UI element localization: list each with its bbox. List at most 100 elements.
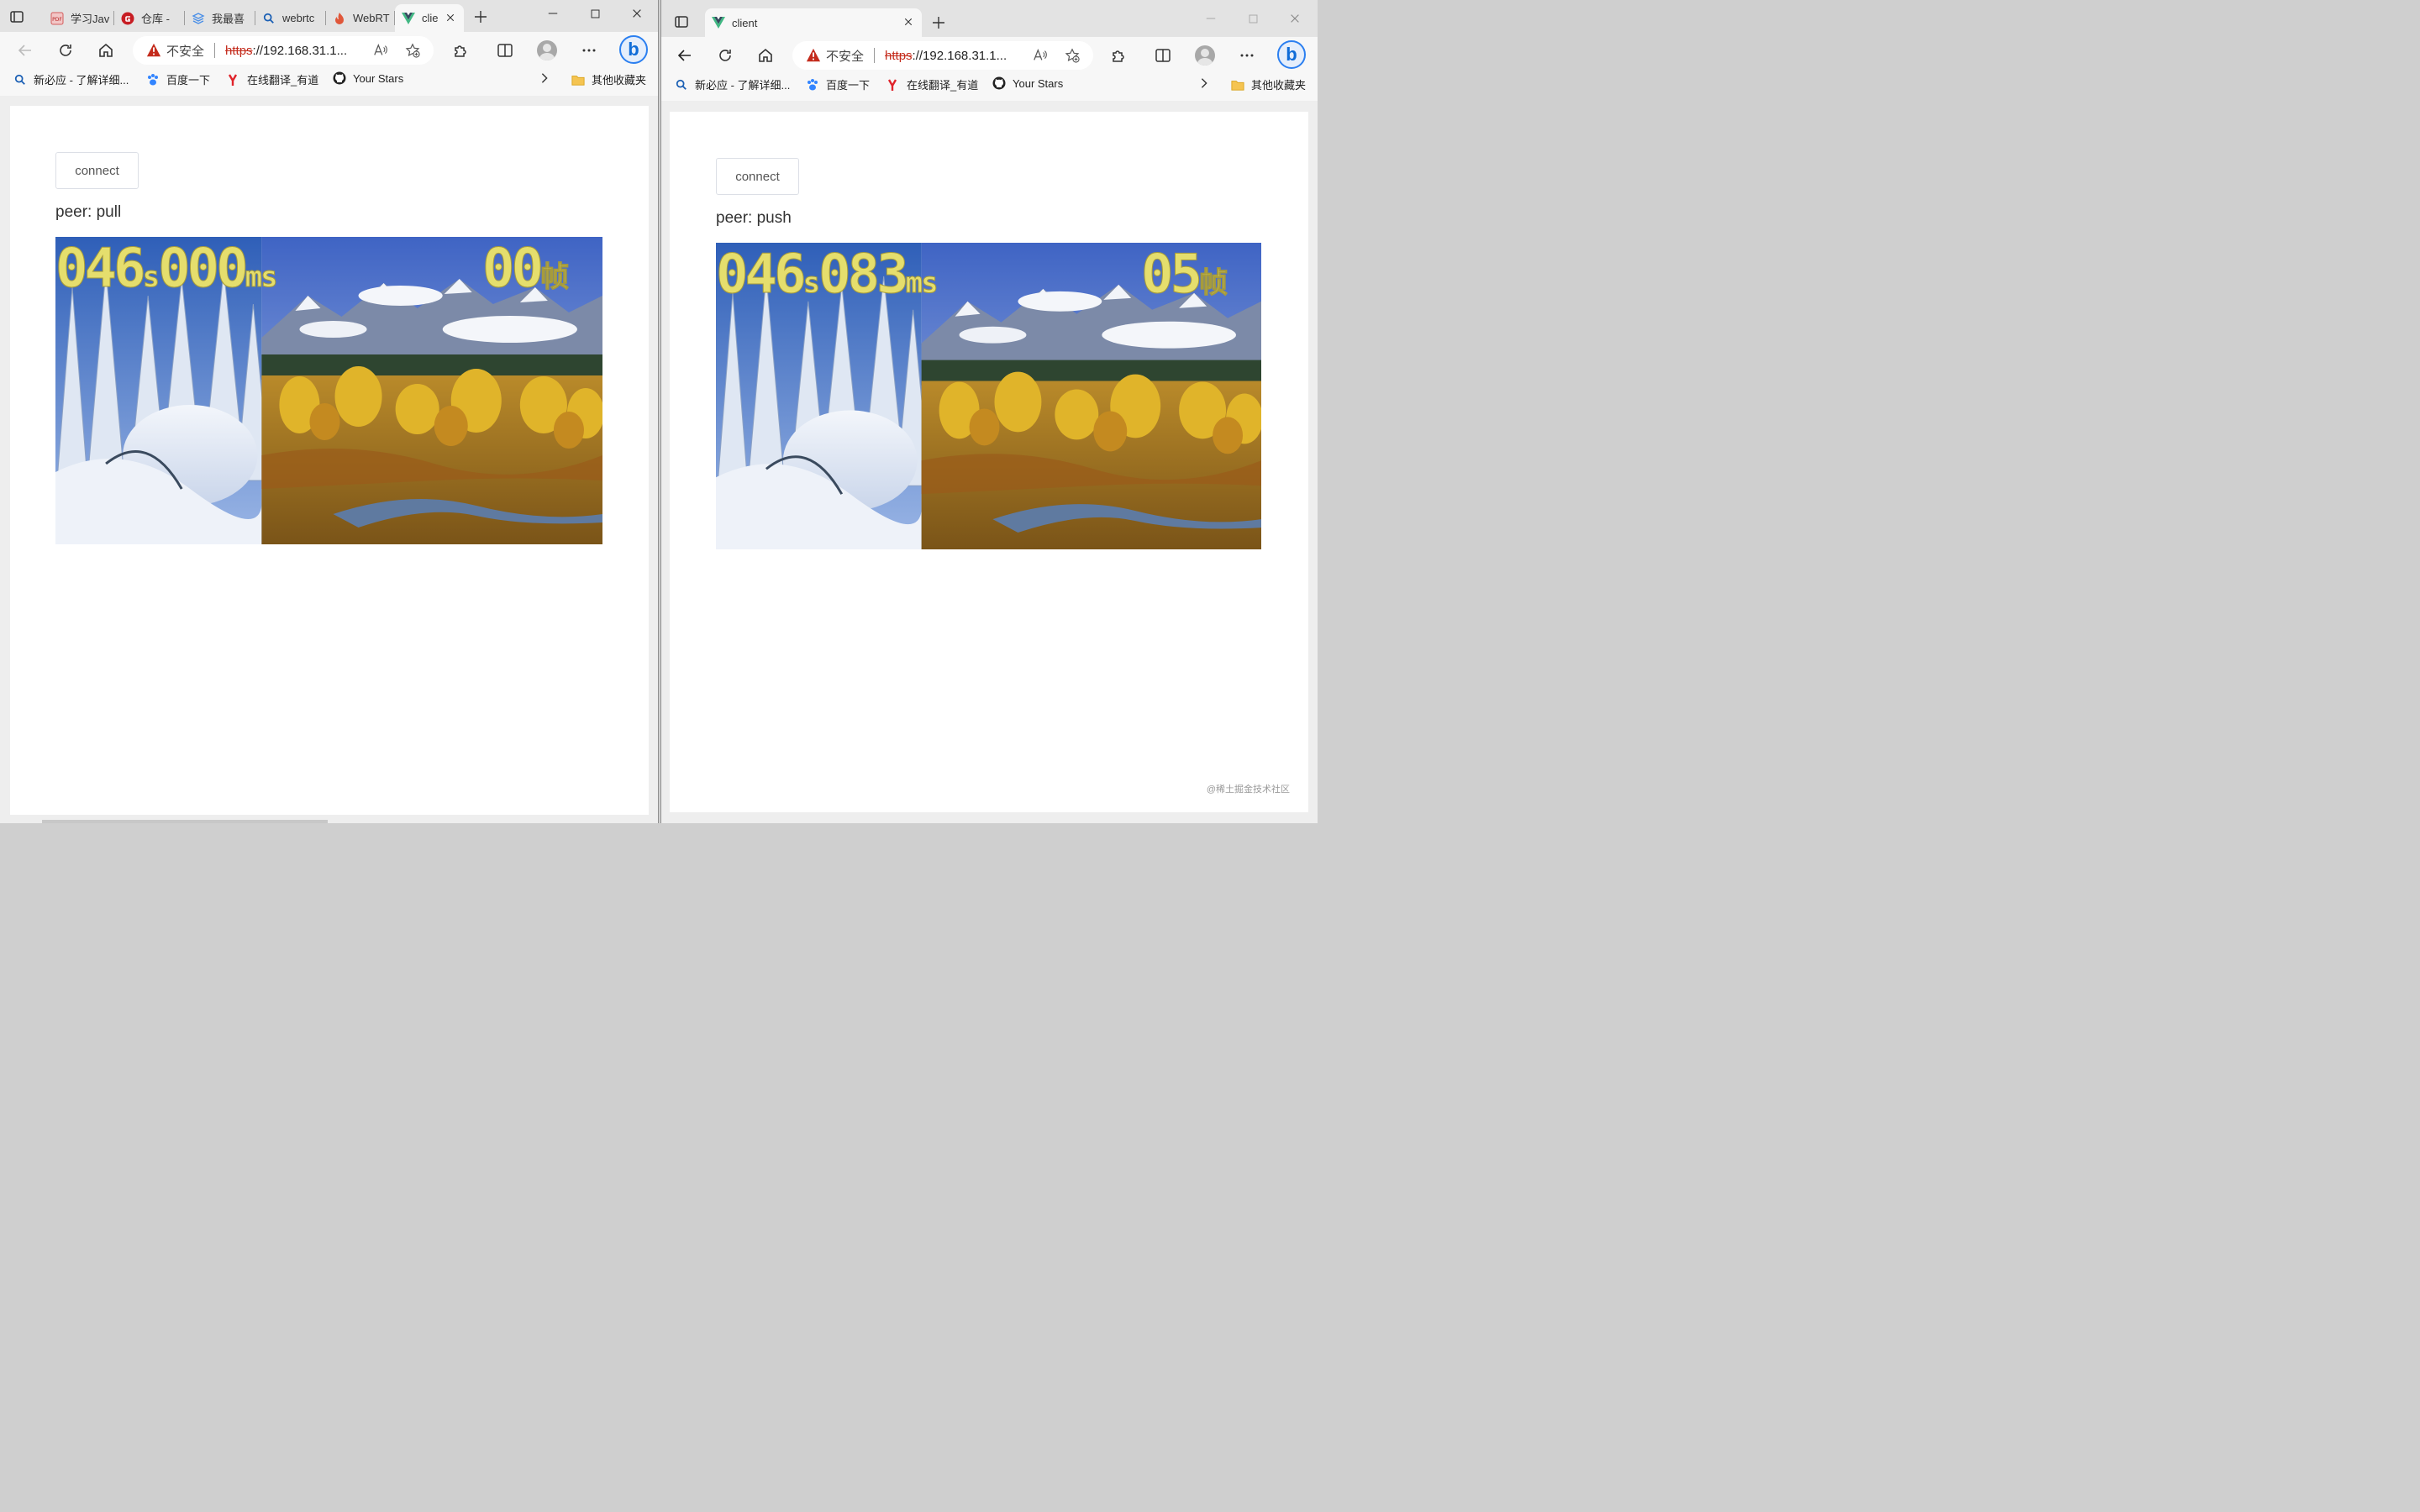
favorite-github-stars[interactable]: Your Stars [333, 71, 403, 85]
connect-button[interactable]: connect [55, 152, 139, 189]
frame-overlay: 00帧 [481, 242, 569, 297]
favorite-bing[interactable]: 新必应 - 了解详细... [675, 76, 790, 92]
favorite-label: 在线翻译_有道 [907, 79, 979, 92]
bing-chat-button[interactable]: b [618, 34, 649, 65]
frame-overlay: 05帧 [1140, 248, 1228, 302]
warning-icon[interactable] [806, 48, 821, 63]
close-tab-icon[interactable] [902, 15, 915, 29]
search-icon [262, 12, 276, 25]
extensions-button[interactable] [447, 37, 474, 64]
minimize-button[interactable] [539, 3, 566, 24]
favorite-baidu[interactable]: 百度一下 [146, 71, 210, 87]
close-tab-icon[interactable] [444, 11, 457, 24]
tab-pdf[interactable]: 学习Jav [44, 4, 114, 32]
overlay-frames: 05 [1140, 244, 1202, 306]
favorite-label: 百度一下 [826, 79, 871, 92]
tab-actions-button[interactable] [670, 10, 693, 34]
add-favorite-icon[interactable] [1065, 48, 1080, 66]
url-host: ://192.168.31.1... [252, 43, 348, 58]
tab-favorites[interactable]: 我最喜 [185, 4, 255, 32]
tab-gitee[interactable]: 仓库 - [114, 4, 185, 32]
tab-client[interactable]: clie [395, 4, 464, 32]
not-secure-label[interactable]: 不安全 [826, 47, 864, 65]
tab-label: 仓库 - [141, 13, 170, 25]
address-bar[interactable]: 不安全 https ://192.168.31.1... [792, 41, 1093, 70]
address-divider [874, 48, 876, 63]
close-window-button[interactable] [1281, 8, 1308, 29]
split-screen-button[interactable] [1150, 42, 1176, 69]
viewport: connect peer: pull 046s000ms 00帧 [0, 96, 658, 823]
new-tab-button[interactable] [929, 13, 948, 32]
tab-strip: client [661, 0, 1318, 37]
warning-icon[interactable] [146, 43, 161, 58]
favorite-youdao[interactable]: 在线翻译_有道 [886, 76, 978, 92]
tab-strip: 学习Jav 仓库 - 我最喜 webrtc WebRT clie [0, 0, 658, 32]
new-tab-button[interactable] [471, 8, 490, 26]
favorites-overflow-button[interactable] [538, 71, 558, 85]
back-button[interactable] [671, 42, 698, 69]
favorite-label: Your Stars [1013, 76, 1064, 90]
vertical-tabs-icon [8, 8, 25, 25]
extensions-button[interactable] [1105, 42, 1132, 69]
add-favorite-icon[interactable] [405, 43, 420, 61]
connect-button[interactable]: connect [716, 158, 799, 195]
read-aloud-icon[interactable] [1033, 48, 1048, 66]
tab-label: 我最喜 [212, 13, 245, 25]
horizontal-scrollbar[interactable] [42, 820, 328, 823]
read-aloud-icon[interactable] [373, 43, 388, 61]
not-secure-label[interactable]: 不安全 [166, 42, 204, 60]
tab-label: client [732, 16, 758, 29]
puzzle-icon [452, 42, 469, 59]
other-favorites-folder[interactable]: 其他收藏夹 [1231, 76, 1306, 92]
url-scheme: https [885, 48, 913, 63]
back-arrow-icon [17, 42, 34, 59]
tab-actions-button[interactable] [5, 5, 29, 29]
chevron-right-icon [1197, 76, 1211, 90]
tab-webrtc-search[interactable]: webrtc [255, 4, 326, 32]
timestamp-overlay: 046s000ms [55, 242, 278, 297]
favorite-baidu[interactable]: 百度一下 [806, 76, 870, 92]
other-favorites-label: 其他收藏夹 [1251, 79, 1307, 92]
close-icon [631, 8, 643, 19]
avatar [537, 40, 557, 60]
tab-client[interactable]: client [705, 8, 922, 37]
address-bar[interactable]: 不安全 https ://192.168.31.1... [133, 36, 434, 65]
close-window-button[interactable] [623, 3, 650, 24]
github-icon [992, 76, 1006, 90]
back-button[interactable] [12, 37, 39, 64]
bing-icon: b [1277, 40, 1306, 69]
settings-more-button[interactable] [1234, 42, 1260, 69]
search-icon [13, 73, 27, 87]
plus-icon [932, 16, 945, 29]
browser-window-right: client 不安全 https ://192.168.31.1... b 新必… [660, 0, 1318, 823]
reload-button[interactable] [712, 42, 739, 69]
favorite-bing[interactable]: 新必应 - 了解详细... [13, 71, 129, 87]
reload-button[interactable] [52, 37, 79, 64]
home-icon [97, 42, 114, 59]
minimize-button[interactable] [1197, 8, 1224, 29]
home-button[interactable] [92, 37, 119, 64]
video-player[interactable]: 046s083ms 05帧 [716, 243, 1261, 549]
tab-label: 学习Jav [71, 13, 110, 25]
other-favorites-folder[interactable]: 其他收藏夹 [571, 71, 646, 87]
favorite-youdao[interactable]: 在线翻译_有道 [227, 71, 318, 87]
minimize-icon [547, 8, 559, 19]
settings-more-button[interactable] [576, 37, 602, 64]
profile-button[interactable] [534, 37, 560, 64]
home-button[interactable] [752, 42, 779, 69]
maximize-button[interactable] [581, 3, 608, 24]
favorite-label: Your Stars [353, 71, 404, 85]
favorite-github-stars[interactable]: Your Stars [992, 76, 1063, 90]
watermark: @稀土掘金技术社区 [1206, 785, 1290, 795]
split-screen-button[interactable] [492, 37, 518, 64]
profile-button[interactable] [1192, 42, 1218, 69]
favorite-label: 百度一下 [166, 74, 211, 87]
youdao-icon [227, 73, 240, 87]
video-player[interactable]: 046s000ms 00帧 [55, 237, 602, 544]
bing-chat-button[interactable]: b [1276, 39, 1307, 70]
other-favorites-label: 其他收藏夹 [592, 74, 647, 87]
maximize-button[interactable] [1239, 8, 1266, 29]
tab-webrtc[interactable]: WebRT [326, 4, 395, 32]
favorites-overflow-button[interactable] [1197, 76, 1218, 90]
baidu-paw-icon [806, 78, 819, 92]
